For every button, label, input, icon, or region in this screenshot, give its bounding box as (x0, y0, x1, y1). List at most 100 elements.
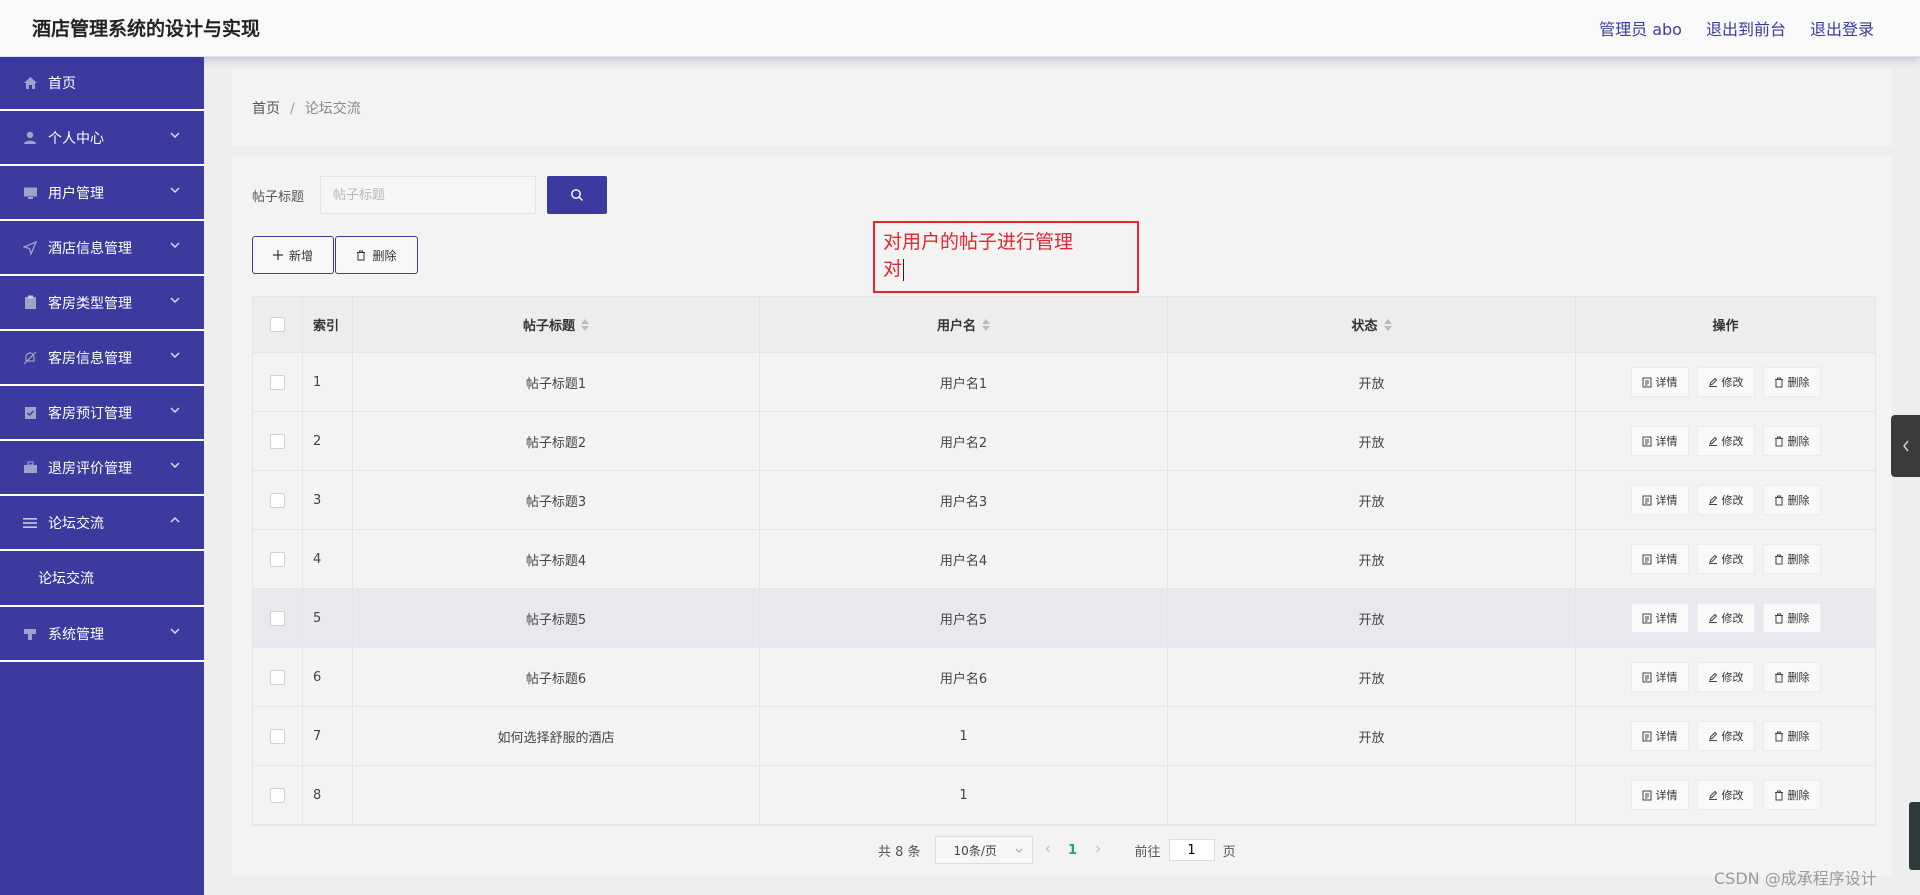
table-row[interactable]: 6 帖子标题6 用户名6 开放 详情 修改 删除 (253, 648, 1875, 707)
row-delete-label: 删除 (1787, 376, 1810, 389)
table-row[interactable]: 1 帖子标题1 用户名1 开放 详情 修改 删除 (253, 353, 1875, 412)
sidebar-item-system[interactable]: 系统管理 (0, 607, 204, 662)
row-delete-button[interactable]: 删除 (1762, 485, 1821, 515)
edit-button[interactable]: 修改 (1696, 662, 1755, 692)
cell-username: 用户名4 (760, 530, 1168, 588)
side-panel-toggle[interactable] (1891, 415, 1920, 477)
edit-icon (1708, 436, 1717, 446)
document-icon (1642, 672, 1651, 682)
next-page-button[interactable] (1083, 843, 1113, 858)
edit-button[interactable]: 修改 (1696, 367, 1755, 397)
chevron-right-icon (1095, 845, 1100, 852)
trash-icon (1774, 731, 1783, 741)
edit-button[interactable]: 修改 (1696, 426, 1755, 456)
sidebar-item-home[interactable]: 首页 (0, 56, 204, 111)
admin-user-label[interactable]: 管理员 abo (1599, 16, 1682, 40)
sidebar-item-hotel-info[interactable]: 酒店信息管理 (0, 221, 204, 276)
add-button[interactable]: 新增 (252, 236, 334, 274)
detail-button[interactable]: 详情 (1630, 603, 1689, 633)
goto-suffix: 页 (1222, 844, 1236, 860)
logout-link[interactable]: 退出登录 (1810, 16, 1874, 40)
cell-actions: 详情 修改 删除 (1576, 530, 1875, 588)
cell-title: 帖子标题5 (353, 589, 760, 647)
detail-button[interactable]: 详情 (1630, 662, 1689, 692)
detail-button[interactable]: 详情 (1630, 544, 1689, 574)
row-delete-button[interactable]: 删除 (1762, 780, 1821, 810)
detail-label: 详情 (1655, 789, 1678, 802)
goto-page-input[interactable] (1168, 839, 1215, 861)
table-row[interactable]: 2 帖子标题2 用户名2 开放 详情 修改 删除 (253, 412, 1875, 471)
checklist-icon (22, 405, 38, 421)
header-status[interactable]: 状态 (1168, 297, 1576, 352)
chevron-down-icon (170, 628, 180, 634)
row-checkbox[interactable] (270, 492, 285, 508)
row-checkbox[interactable] (270, 728, 285, 744)
table-row[interactable]: 5 帖子标题5 用户名5 开放 详情 修改 删除 (253, 589, 1875, 648)
annotation-textbox[interactable]: 对用户的帖子进行管理 对 (873, 221, 1139, 293)
breadcrumb: 首页 / 论坛交流 (252, 98, 361, 118)
edit-button[interactable]: 修改 (1696, 544, 1755, 574)
front-page-link[interactable]: 退出到前台 (1706, 16, 1786, 40)
edit-button[interactable]: 修改 (1696, 780, 1755, 810)
prev-page-button[interactable] (1033, 843, 1063, 858)
row-delete-label: 删除 (1787, 671, 1810, 684)
row-delete-button[interactable]: 删除 (1762, 367, 1821, 397)
detail-button[interactable]: 详情 (1630, 485, 1689, 515)
table-row[interactable]: 8 1 详情 修改 删除 (253, 766, 1875, 825)
sidebar-item-room-info[interactable]: 客房信息管理 (0, 331, 204, 386)
sidebar-subitem-forum[interactable]: 论坛交流 (0, 551, 204, 607)
table-row[interactable]: 3 帖子标题3 用户名3 开放 详情 修改 删除 (253, 471, 1875, 530)
edit-icon (1708, 672, 1717, 682)
edit-button[interactable]: 修改 (1696, 603, 1755, 633)
sidebar-item-forum[interactable]: 论坛交流 (0, 496, 204, 551)
cell-index: 4 (303, 530, 353, 588)
row-delete-button[interactable]: 删除 (1762, 426, 1821, 456)
cell-index: 7 (303, 707, 353, 765)
header-title[interactable]: 帖子标题 (353, 297, 760, 352)
detail-button[interactable]: 详情 (1630, 367, 1689, 397)
cell-actions: 详情 修改 删除 (1576, 707, 1875, 765)
search-label: 帖子标题 (252, 190, 305, 205)
cell-actions: 详情 修改 删除 (1576, 766, 1875, 824)
detail-button[interactable]: 详情 (1630, 721, 1689, 751)
row-delete-button[interactable]: 删除 (1762, 544, 1821, 574)
delete-button[interactable]: 删除 (335, 236, 418, 274)
cell-actions: 详情 修改 删除 (1576, 648, 1875, 706)
page-number-current[interactable]: 1 (1063, 843, 1083, 858)
sidebar-item-bookings[interactable]: 客房预订管理 (0, 386, 204, 441)
search-input[interactable] (320, 176, 536, 214)
row-checkbox[interactable] (270, 669, 285, 685)
page-size-select[interactable]: 10条/页 (934, 836, 1033, 864)
row-checkbox[interactable] (270, 610, 285, 626)
table-row[interactable]: 7 如何选择舒服的酒店 1 开放 详情 修改 删除 (253, 707, 1875, 766)
detail-button[interactable]: 详情 (1630, 780, 1689, 810)
clipboard-icon (22, 295, 38, 311)
cell-username: 用户名2 (760, 412, 1168, 470)
row-delete-button[interactable]: 删除 (1762, 603, 1821, 633)
select-all-checkbox[interactable] (270, 317, 285, 332)
row-checkbox[interactable] (270, 433, 285, 449)
sidebar-item-profile[interactable]: 个人中心 (0, 111, 204, 166)
sidebar-item-checkout-reviews[interactable]: 退房评价管理 (0, 441, 204, 496)
cell-actions: 详情 修改 删除 (1576, 412, 1875, 470)
row-checkbox[interactable] (270, 551, 285, 567)
table-row[interactable]: 4 帖子标题4 用户名4 开放 详情 修改 删除 (253, 530, 1875, 589)
breadcrumb-home[interactable]: 首页 (252, 101, 280, 117)
breadcrumb-panel: 首页 / 论坛交流 (232, 68, 1892, 146)
sidebar-item-room-types[interactable]: 客房类型管理 (0, 276, 204, 331)
search-button[interactable] (547, 176, 607, 214)
edit-label: 修改 (1721, 376, 1744, 389)
edit-label: 修改 (1721, 789, 1744, 802)
sidebar-item-users[interactable]: 用户管理 (0, 166, 204, 221)
row-checkbox[interactable] (270, 787, 285, 803)
cell-index: 1 (303, 353, 353, 411)
row-delete-button[interactable]: 删除 (1762, 721, 1821, 751)
header-username[interactable]: 用户名 (760, 297, 1168, 352)
watermark: CSDN @成承程序设计 (1714, 869, 1877, 888)
row-checkbox[interactable] (270, 374, 285, 390)
edit-button[interactable]: 修改 (1696, 485, 1755, 515)
side-widget-tab[interactable] (1909, 802, 1920, 870)
row-delete-button[interactable]: 删除 (1762, 662, 1821, 692)
detail-button[interactable]: 详情 (1630, 426, 1689, 456)
edit-button[interactable]: 修改 (1696, 721, 1755, 751)
